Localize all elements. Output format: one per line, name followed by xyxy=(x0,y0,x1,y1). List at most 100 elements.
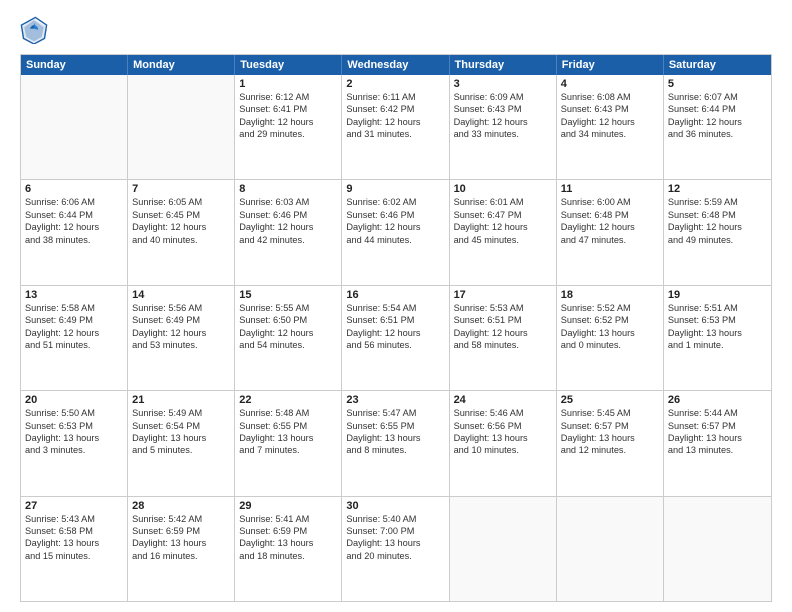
cell-info-line: Daylight: 13 hours xyxy=(561,432,659,444)
cell-info-line: Daylight: 12 hours xyxy=(454,327,552,339)
cell-info-line: Sunrise: 5:44 AM xyxy=(668,407,767,419)
day-cell-27: 27Sunrise: 5:43 AMSunset: 6:58 PMDayligh… xyxy=(21,497,128,601)
cell-info-line: Daylight: 12 hours xyxy=(346,327,444,339)
cell-info-line: Sunset: 6:56 PM xyxy=(454,420,552,432)
calendar-header: SundayMondayTuesdayWednesdayThursdayFrid… xyxy=(21,55,771,75)
cell-info-line: Daylight: 12 hours xyxy=(25,327,123,339)
day-cell-3: 3Sunrise: 6:09 AMSunset: 6:43 PMDaylight… xyxy=(450,75,557,179)
cell-info-line: and 38 minutes. xyxy=(25,234,123,246)
day-cell-13: 13Sunrise: 5:58 AMSunset: 6:49 PMDayligh… xyxy=(21,286,128,390)
header-day-monday: Monday xyxy=(128,55,235,75)
day-number: 23 xyxy=(346,394,444,406)
cell-info-line: Sunset: 6:42 PM xyxy=(346,103,444,115)
cell-info-line: Sunrise: 5:54 AM xyxy=(346,302,444,314)
page: SundayMondayTuesdayWednesdayThursdayFrid… xyxy=(0,0,792,612)
cell-info-line: Sunset: 6:57 PM xyxy=(668,420,767,432)
day-number: 13 xyxy=(25,289,123,301)
day-number: 27 xyxy=(25,500,123,512)
cell-info-line: Sunset: 6:52 PM xyxy=(561,314,659,326)
calendar-row-3: 20Sunrise: 5:50 AMSunset: 6:53 PMDayligh… xyxy=(21,390,771,495)
cell-info-line: Daylight: 13 hours xyxy=(25,537,123,549)
cell-info-line: Sunrise: 5:48 AM xyxy=(239,407,337,419)
cell-info-line: Sunrise: 6:02 AM xyxy=(346,196,444,208)
cell-info-line: and 45 minutes. xyxy=(454,234,552,246)
cell-info-line: and 40 minutes. xyxy=(132,234,230,246)
cell-info-line: Sunrise: 5:56 AM xyxy=(132,302,230,314)
cell-info-line: Daylight: 12 hours xyxy=(239,116,337,128)
cell-info-line: Sunrise: 5:51 AM xyxy=(668,302,767,314)
cell-info-line: Sunset: 6:58 PM xyxy=(25,525,123,537)
cell-info-line: Sunrise: 5:45 AM xyxy=(561,407,659,419)
cell-info-line: and 15 minutes. xyxy=(25,550,123,562)
cell-info-line: Daylight: 12 hours xyxy=(132,221,230,233)
day-cell-1: 1Sunrise: 6:12 AMSunset: 6:41 PMDaylight… xyxy=(235,75,342,179)
logo-icon xyxy=(20,16,48,44)
day-cell-19: 19Sunrise: 5:51 AMSunset: 6:53 PMDayligh… xyxy=(664,286,771,390)
day-number: 15 xyxy=(239,289,337,301)
day-cell-21: 21Sunrise: 5:49 AMSunset: 6:54 PMDayligh… xyxy=(128,391,235,495)
cell-info-line: Daylight: 13 hours xyxy=(346,537,444,549)
cell-info-line: and 54 minutes. xyxy=(239,339,337,351)
day-number: 30 xyxy=(346,500,444,512)
day-number: 19 xyxy=(668,289,767,301)
calendar-row-1: 6Sunrise: 6:06 AMSunset: 6:44 PMDaylight… xyxy=(21,179,771,284)
header-day-thursday: Thursday xyxy=(450,55,557,75)
cell-info-line: Sunset: 6:45 PM xyxy=(132,209,230,221)
cell-info-line: Sunrise: 5:55 AM xyxy=(239,302,337,314)
cell-info-line: Sunrise: 6:06 AM xyxy=(25,196,123,208)
cell-info-line: and 13 minutes. xyxy=(668,444,767,456)
cell-info-line: Sunrise: 6:01 AM xyxy=(454,196,552,208)
header-day-saturday: Saturday xyxy=(664,55,771,75)
cell-info-line: Sunset: 7:00 PM xyxy=(346,525,444,537)
day-cell-6: 6Sunrise: 6:06 AMSunset: 6:44 PMDaylight… xyxy=(21,180,128,284)
cell-info-line: and 33 minutes. xyxy=(454,128,552,140)
cell-info-line: Daylight: 13 hours xyxy=(132,432,230,444)
cell-info-line: Sunset: 6:43 PM xyxy=(561,103,659,115)
cell-info-line: Daylight: 13 hours xyxy=(561,327,659,339)
cell-info-line: and 3 minutes. xyxy=(25,444,123,456)
day-cell-14: 14Sunrise: 5:56 AMSunset: 6:49 PMDayligh… xyxy=(128,286,235,390)
day-number: 10 xyxy=(454,183,552,195)
cell-info-line: Daylight: 12 hours xyxy=(561,116,659,128)
day-cell-10: 10Sunrise: 6:01 AMSunset: 6:47 PMDayligh… xyxy=(450,180,557,284)
cell-info-line: Sunset: 6:46 PM xyxy=(346,209,444,221)
day-number: 25 xyxy=(561,394,659,406)
cell-info-line: Sunrise: 6:00 AM xyxy=(561,196,659,208)
calendar: SundayMondayTuesdayWednesdayThursdayFrid… xyxy=(20,54,772,602)
cell-info-line: Sunset: 6:55 PM xyxy=(346,420,444,432)
cell-info-line: Sunset: 6:53 PM xyxy=(25,420,123,432)
day-cell-18: 18Sunrise: 5:52 AMSunset: 6:52 PMDayligh… xyxy=(557,286,664,390)
day-cell-28: 28Sunrise: 5:42 AMSunset: 6:59 PMDayligh… xyxy=(128,497,235,601)
cell-info-line: Sunset: 6:44 PM xyxy=(25,209,123,221)
cell-info-line: and 58 minutes. xyxy=(454,339,552,351)
day-cell-12: 12Sunrise: 5:59 AMSunset: 6:48 PMDayligh… xyxy=(664,180,771,284)
cell-info-line: Daylight: 13 hours xyxy=(668,432,767,444)
cell-info-line: Sunrise: 6:03 AM xyxy=(239,196,337,208)
cell-info-line: Sunset: 6:50 PM xyxy=(239,314,337,326)
cell-info-line: Sunset: 6:59 PM xyxy=(132,525,230,537)
header-day-tuesday: Tuesday xyxy=(235,55,342,75)
cell-info-line: and 47 minutes. xyxy=(561,234,659,246)
cell-info-line: and 34 minutes. xyxy=(561,128,659,140)
cell-info-line: Sunset: 6:41 PM xyxy=(239,103,337,115)
cell-info-line: Sunrise: 5:43 AM xyxy=(25,513,123,525)
day-number: 26 xyxy=(668,394,767,406)
cell-info-line: Daylight: 12 hours xyxy=(239,221,337,233)
cell-info-line: Sunrise: 5:49 AM xyxy=(132,407,230,419)
cell-info-line: Daylight: 12 hours xyxy=(454,221,552,233)
day-cell-20: 20Sunrise: 5:50 AMSunset: 6:53 PMDayligh… xyxy=(21,391,128,495)
day-number: 22 xyxy=(239,394,337,406)
day-cell-7: 7Sunrise: 6:05 AMSunset: 6:45 PMDaylight… xyxy=(128,180,235,284)
cell-info-line: Daylight: 13 hours xyxy=(346,432,444,444)
cell-info-line: and 56 minutes. xyxy=(346,339,444,351)
cell-info-line: Sunrise: 6:08 AM xyxy=(561,91,659,103)
empty-cell xyxy=(21,75,128,179)
cell-info-line: and 53 minutes. xyxy=(132,339,230,351)
day-cell-4: 4Sunrise: 6:08 AMSunset: 6:43 PMDaylight… xyxy=(557,75,664,179)
cell-info-line: Sunrise: 6:09 AM xyxy=(454,91,552,103)
cell-info-line: Daylight: 12 hours xyxy=(132,327,230,339)
cell-info-line: and 29 minutes. xyxy=(239,128,337,140)
cell-info-line: Sunrise: 5:52 AM xyxy=(561,302,659,314)
cell-info-line: Daylight: 12 hours xyxy=(346,221,444,233)
cell-info-line: and 20 minutes. xyxy=(346,550,444,562)
